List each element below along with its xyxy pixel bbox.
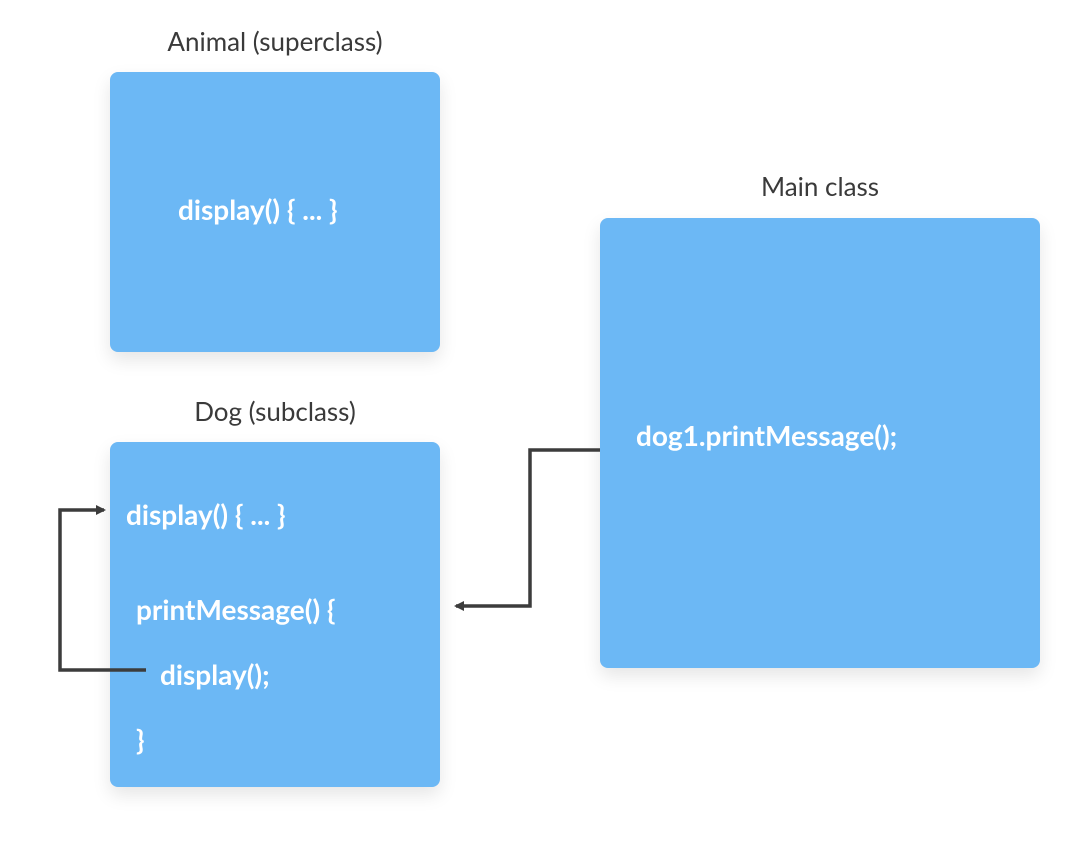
animal-class-label: Animal (superclass): [110, 25, 440, 57]
animal-class-box: display() { ... }: [110, 72, 440, 352]
dog-class-label: Dog (subclass): [110, 395, 440, 427]
dog-display-method: display() { ... }: [126, 497, 286, 531]
dog-printmessage-body: display();: [160, 657, 270, 691]
dog-class-box: display() { ... } printMessage() { displ…: [110, 442, 440, 787]
main-class-label: Main class: [600, 170, 1040, 202]
arrow-main-to-printmessage: [456, 450, 600, 606]
animal-display-method: display() { ... }: [178, 192, 338, 226]
main-code-line: dog1.printMessage();: [636, 418, 897, 452]
dog-printmessage-close: }: [136, 722, 145, 756]
main-class-box: dog1.printMessage();: [600, 218, 1040, 668]
diagram-stage: Animal (superclass) display() { ... } Do…: [0, 0, 1084, 848]
dog-printmessage-header: printMessage() {: [136, 592, 336, 626]
